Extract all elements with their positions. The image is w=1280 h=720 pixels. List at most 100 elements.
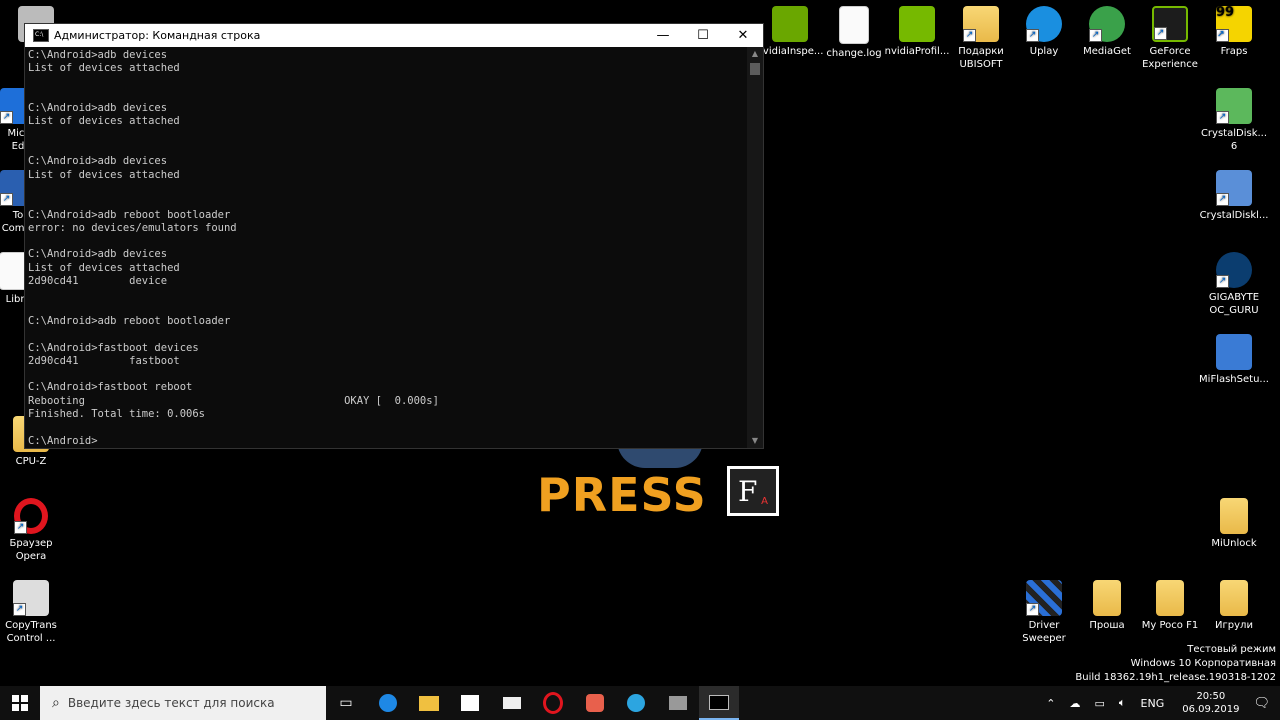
folder-icon <box>1220 498 1248 534</box>
miflash-icon <box>1216 334 1252 370</box>
taskbar-telegram[interactable] <box>616 686 656 720</box>
command-prompt-window[interactable]: C:\ Администратор: Командная строка — ☐ … <box>24 23 764 449</box>
taskbar-edge[interactable] <box>368 686 408 720</box>
gigabyte-icon: ↗ <box>1216 252 1252 288</box>
ubisoft-gift-icon: ↗ <box>963 6 999 42</box>
notifications-icon[interactable]: 🗨︎ <box>1253 696 1270 711</box>
copytrans-icon: ↗ <box>13 580 49 616</box>
maximize-button[interactable]: ☐ <box>683 24 723 47</box>
desktop-icon-nvidia-profile[interactable]: nvidiaProfil... <box>881 2 953 58</box>
clock-date: 06.09.2019 <box>1182 704 1240 715</box>
taskbar-search[interactable]: ⌕ Введите здесь текст для поиска <box>40 686 326 720</box>
uplay-icon: ↗ <box>1026 6 1062 42</box>
taskbar-cmd-active[interactable] <box>699 686 739 720</box>
scroll-up-icon[interactable]: ▲ <box>747 47 763 61</box>
folder-icon <box>1220 580 1248 616</box>
taskbar-headphones-app[interactable] <box>575 686 615 720</box>
desktop-icon-gigabyte-oc-guru[interactable]: ↗ GIGABYTE OC_GURU <box>1198 248 1270 317</box>
desktop-icon-prosha[interactable]: Проша <box>1071 576 1143 632</box>
desktop-icon-crystaldisk-6[interactable]: ↗ CrystalDisk... 6 <box>1198 84 1270 153</box>
language-indicator[interactable]: ENG <box>1141 697 1165 710</box>
mediaget-icon: ↗ <box>1089 6 1125 42</box>
desktop-icon-crystaldisk-info[interactable]: ↗ CrystalDiskl... <box>1198 166 1270 222</box>
desktop-icon-mediaget[interactable]: ↗ MediaGet <box>1071 2 1143 58</box>
nvidia-icon <box>899 6 935 42</box>
close-button[interactable]: ✕ <box>723 24 763 47</box>
console-line: C:\Android>adb devices <box>28 248 168 261</box>
utility-icon <box>669 696 687 710</box>
clock-time: 20:50 <box>1196 691 1226 702</box>
opera-icon: ↗ <box>14 498 48 534</box>
desktop-icon-miflash-setup[interactable]: MiFlashSetu... <box>1198 330 1270 386</box>
desktop-icon-opera[interactable]: ↗ Браузер Opera <box>0 494 67 563</box>
desktop-icon-geforce-experience[interactable]: ↗ GeForce Experience <box>1134 2 1206 71</box>
taskbar-opera[interactable] <box>533 686 573 720</box>
console-line: C:\Android>adb devices <box>28 155 168 168</box>
desktop-icon-change-log[interactable]: change.log <box>818 2 890 60</box>
windows-icon <box>12 695 28 711</box>
nvidia-icon <box>772 6 808 42</box>
desktop-icon-my-poco-f1[interactable]: My Poco F1 <box>1134 576 1206 632</box>
network-icon[interactable]: ▭ <box>1095 697 1105 710</box>
desktop-icon-nvidia-inspector[interactable]: nvidiaInspe... <box>754 2 826 58</box>
scroll-thumb[interactable] <box>750 63 760 75</box>
console-scrollbar[interactable]: ▲ ▼ <box>747 47 763 448</box>
scroll-down-icon[interactable]: ▼ <box>747 434 763 448</box>
start-button[interactable] <box>0 686 40 720</box>
desktop-icon-igruli[interactable]: Игрули <box>1198 576 1270 632</box>
cmd-icon <box>709 694 729 710</box>
task-view-button[interactable]: ▭ <box>326 686 366 720</box>
task-view-icon: ▭ <box>339 695 353 711</box>
console-line: 2d90cd41 fastboot <box>28 354 180 367</box>
desktop-icon-copytrans[interactable]: ↗ CopyTrans Control ... <box>0 576 67 645</box>
console-line: Rebooting OKAY [ 0.000s] <box>28 394 439 407</box>
console-line: C:\Android>adb reboot bootloader <box>28 314 231 327</box>
console-line: C:\Android>adb devices <box>28 49 168 61</box>
test-mode-watermark: Тестовый режим Windows 10 Корпоративная … <box>1075 643 1276 685</box>
folder-icon <box>1156 580 1184 616</box>
console-output[interactable]: C:\Android>adb devices List of devices at… <box>25 47 747 448</box>
wallpaper-press-text: PRESS <box>537 468 707 522</box>
desktop-icon-ubisoft-gifts[interactable]: ↗ Подарки UBISOFT <box>945 2 1017 71</box>
console-line: List of devices attached <box>28 168 180 181</box>
volume-icon[interactable]: 🔈︎ <box>1119 696 1126 710</box>
cloud-icon[interactable]: ☁ <box>1070 697 1081 710</box>
console-line: 2d90cd41 device <box>28 275 168 288</box>
driver-sweeper-icon: ↗ <box>1026 580 1062 616</box>
taskbar-store[interactable] <box>450 686 490 720</box>
desktop-icon-driver-sweeper[interactable]: ↗ Driver Sweeper <box>1008 576 1080 645</box>
window-title: Администратор: Командная строка <box>54 29 261 42</box>
taskbar: ⌕ Введите здесь текст для поиска ▭ ⌃ ☁ ▭… <box>0 686 1280 720</box>
desktop-icon-fraps[interactable]: 99 ↗ Fraps <box>1198 2 1270 58</box>
console-line: C:\Android>fastboot reboot <box>28 381 193 394</box>
desktop-icon-miunlock[interactable]: MiUnlock <box>1198 494 1270 550</box>
clock[interactable]: 20:50 06.09.2019 <box>1182 690 1239 716</box>
taskbar-explorer[interactable] <box>409 686 449 720</box>
window-titlebar[interactable]: C:\ Администратор: Командная строка — ☐ … <box>25 24 763 47</box>
minimize-button[interactable]: — <box>643 24 683 47</box>
desktop-icon-uplay[interactable]: ↗ Uplay <box>1008 2 1080 58</box>
mail-icon <box>503 697 521 709</box>
chevron-up-icon[interactable]: ⌃ <box>1046 697 1055 710</box>
taskbar-mail[interactable] <box>492 686 532 720</box>
taskbar-utility[interactable] <box>658 686 698 720</box>
console-line: C:\Android> <box>28 434 98 447</box>
console-line: List of devices attached <box>28 115 180 128</box>
console-line: Finished. Total time: 0.006s <box>28 408 206 421</box>
search-placeholder: Введите здесь текст для поиска <box>67 696 275 710</box>
system-tray: ⌃ ☁ ▭ 🔈︎ ENG 20:50 06.09.2019 🗨︎ <box>1039 686 1280 720</box>
crystaldisk-icon: ↗ <box>1216 88 1252 124</box>
search-icon: ⌕ <box>52 695 60 711</box>
telegram-icon <box>627 694 645 712</box>
folder-icon <box>419 695 439 711</box>
